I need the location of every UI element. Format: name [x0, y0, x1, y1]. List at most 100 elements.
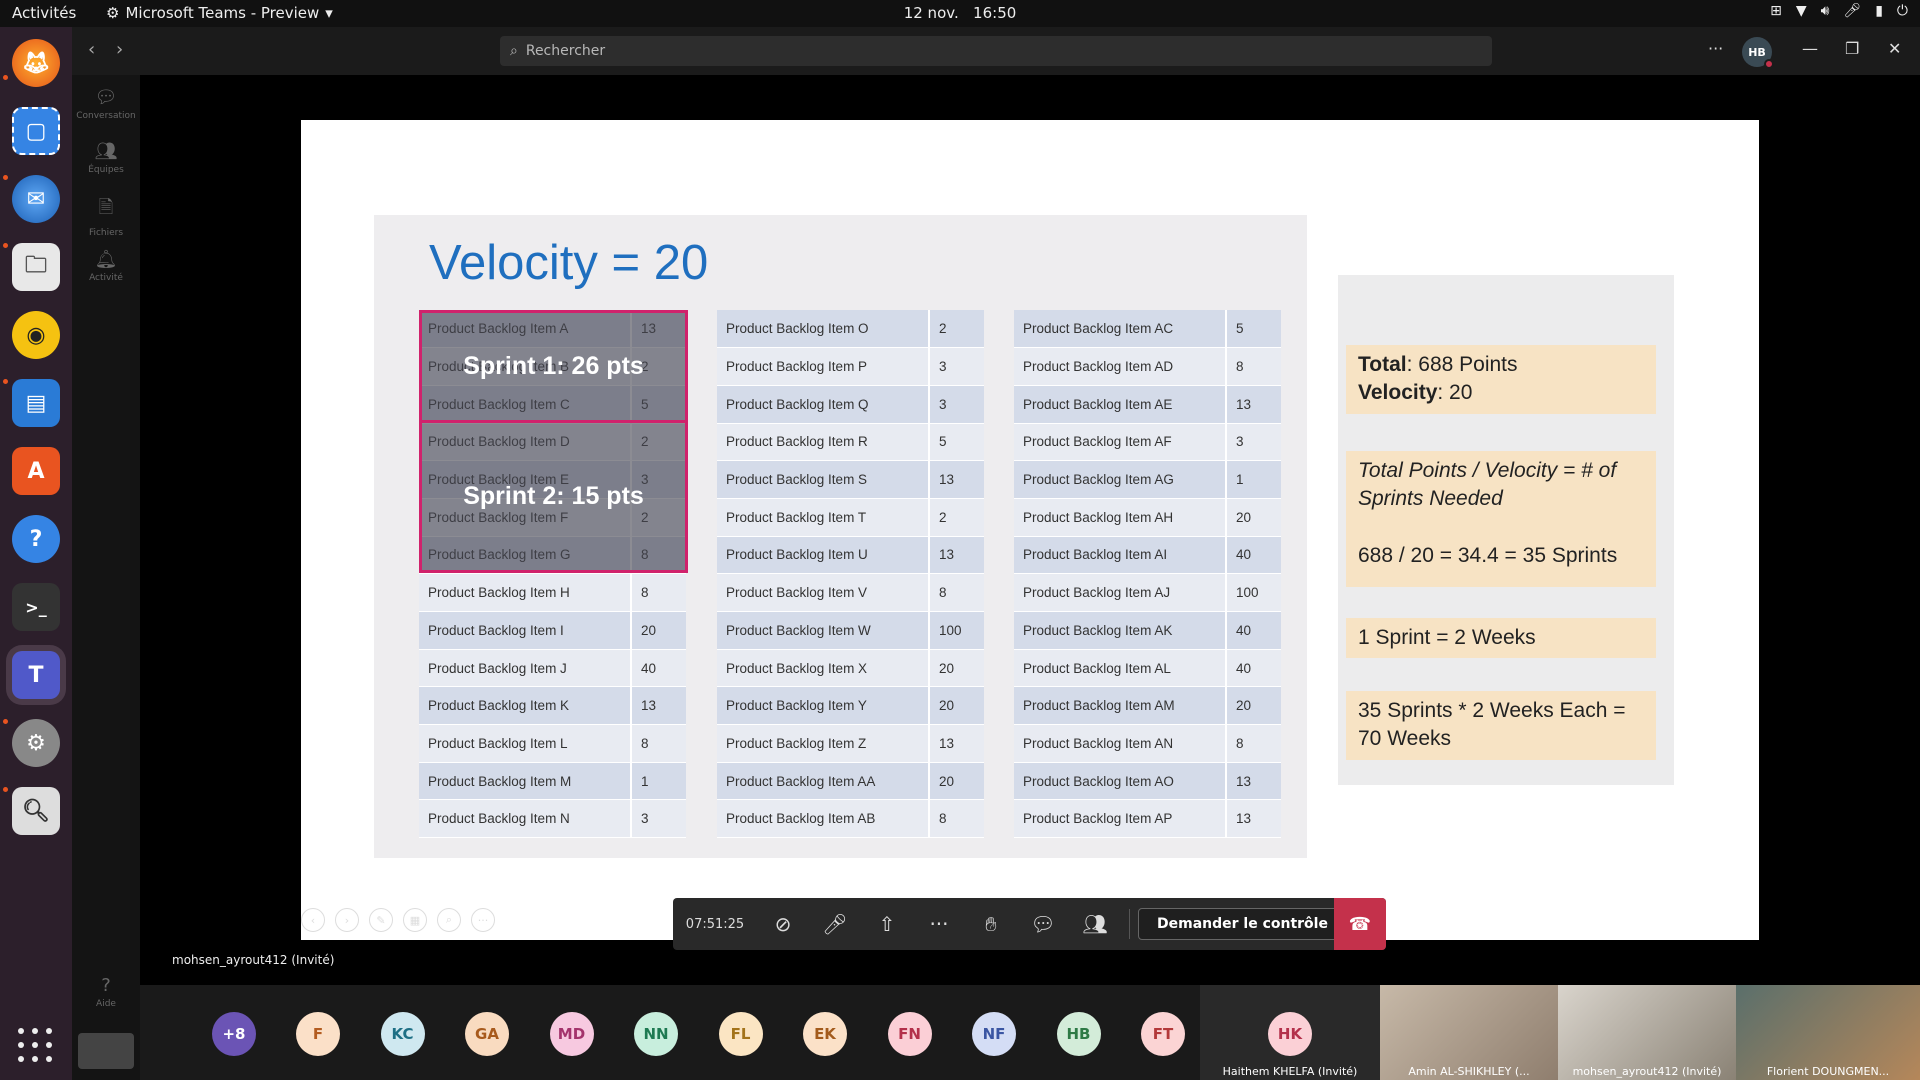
participant-video-1[interactable]: Amin AL-SHIKHLEY (... — [1380, 985, 1558, 1080]
screenshot-icon[interactable]: ▢ — [12, 107, 60, 155]
table-row: Product Backlog Item AO 13 — [1014, 762, 1281, 801]
table-row: Product Backlog Item N3 — [419, 799, 686, 839]
table-row: Product Backlog Item AM 20 — [1014, 686, 1281, 726]
item-name: Product Backlog Item M — [419, 762, 631, 801]
teams-group-icon: 👥︎ — [94, 141, 118, 162]
show-apps-icon[interactable] — [18, 1028, 54, 1064]
table-row: Product Backlog Item W 100 — [717, 611, 984, 650]
help-icon[interactable]: ? — [12, 515, 60, 563]
raise-hand-icon[interactable]: ✋︎ — [965, 898, 1017, 950]
item-points: 5 — [1225, 310, 1281, 349]
firefox-icon[interactable]: 🦊︎ — [12, 39, 60, 87]
more-actions-icon[interactable]: ··· — [913, 898, 965, 950]
restore-icon[interactable]: ❐ — [1845, 39, 1859, 58]
camera-off-icon[interactable]: ⊘ — [757, 898, 809, 950]
item-points: 3 — [630, 799, 686, 839]
teams-titlebar: ‹ › ⌕ Rechercher ··· HB — ❐ ✕ — [72, 27, 1920, 75]
status-badge — [1764, 59, 1774, 69]
files-icon[interactable]: 🗀 — [12, 243, 60, 291]
system-tray[interactable]: ⊞ ▼ 🔊︎ 🎤︎ ▮ ⏻ — [1770, 3, 1908, 19]
rail-files[interactable]: 🗎 Fichiers — [72, 195, 140, 238]
more-participants-badge[interactable]: +8 — [212, 1012, 256, 1056]
participant-avatar[interactable]: FN — [887, 1012, 932, 1056]
table-row: Product Backlog Item AI 40 — [1014, 536, 1281, 575]
share-screen-icon[interactable]: ⇧ — [861, 898, 913, 950]
back-icon[interactable]: ‹ — [88, 39, 95, 60]
item-name: Product Backlog Item AL — [1014, 649, 1226, 688]
rail-teams[interactable]: 👥︎ Équipes — [72, 141, 140, 175]
rail-help[interactable]: ? Aide — [72, 975, 140, 1009]
search-input[interactable]: ⌕ Rechercher — [500, 36, 1492, 66]
item-points: 1 — [1225, 460, 1281, 499]
forward-icon[interactable]: › — [116, 39, 123, 60]
thunderbird-icon[interactable]: ✉ — [12, 175, 60, 223]
rail-activity[interactable]: 🔔︎ Activité — [72, 249, 140, 283]
hang-up-button[interactable]: ☎ — [1334, 898, 1386, 950]
device-button[interactable] — [78, 1033, 134, 1069]
search-icon: ⌕ — [510, 43, 518, 59]
table-row: Product Backlog Item K 13 — [419, 686, 686, 726]
teams-icon[interactable]: T — [12, 651, 60, 699]
rhythmbox-icon[interactable]: ◉ — [12, 311, 60, 359]
participant-video-2[interactable]: mohsen_ayrout412 (Invité) — [1558, 985, 1736, 1080]
table-row: Product Backlog Item AL 40 — [1014, 649, 1281, 688]
app-center-icon[interactable]: A — [12, 447, 60, 495]
item-points: 2 — [928, 498, 984, 537]
avatar[interactable]: HB — [1742, 37, 1774, 69]
sprint2-overlay: Sprint 2: 15 pts — [419, 420, 688, 573]
magnifier-icon[interactable]: 🔍︎ — [12, 787, 60, 835]
close-icon[interactable]: ✕ — [1888, 39, 1901, 58]
clock[interactable]: 12 nov. 16:50 — [0, 4, 1920, 22]
item-name: Product Backlog Item W — [717, 611, 929, 650]
table-row: Product Backlog Item AA 20 — [717, 762, 984, 801]
item-points: 8 — [1225, 724, 1281, 763]
participant-tile-hk[interactable]: HK Haithem KHELFA (Invité) — [1200, 985, 1380, 1080]
rail-conversation[interactable]: 💬︎ Conversation — [72, 87, 140, 121]
formula-note: Total Points / Velocity = # of Sprints N… — [1346, 451, 1656, 587]
participant-avatar[interactable]: NF — [972, 1012, 1016, 1056]
mic-off-icon[interactable]: 🎤︎ — [809, 898, 861, 950]
pen-icon[interactable]: ✎ — [369, 908, 393, 932]
request-control-button[interactable]: Demander le contrôle — [1138, 908, 1347, 940]
item-points: 100 — [928, 611, 984, 650]
terminal-icon[interactable]: >_ — [12, 583, 60, 631]
grid-icon[interactable]: ▦ — [403, 908, 427, 932]
teams-tray-icon: ⊞ — [1770, 3, 1782, 19]
item-name: Product Backlog Item S — [717, 460, 929, 499]
item-name: Product Backlog Item AP — [1014, 799, 1226, 839]
writer-icon[interactable]: ▤ — [12, 379, 60, 427]
settings-icon[interactable]: ⚙ — [12, 719, 60, 767]
item-points: 8 — [630, 724, 686, 763]
minimize-icon[interactable]: — — [1802, 39, 1818, 58]
item-points: 40 — [630, 649, 686, 688]
next-slide-icon[interactable]: › — [335, 908, 359, 932]
table-row: Product Backlog Item AN 8 — [1014, 724, 1281, 763]
participant-avatar[interactable]: KC — [380, 1012, 425, 1056]
participant-avatar[interactable]: HB — [1056, 1012, 1101, 1056]
participant-avatar[interactable]: FT — [1141, 1012, 1185, 1056]
item-points: 2 — [928, 310, 984, 349]
weeks-note: 35 Sprints * 2 Weeks Each = 70 Weeks — [1346, 691, 1656, 760]
bell-icon: 🔔︎ — [94, 249, 118, 270]
participant-avatar[interactable]: EK — [803, 1012, 847, 1056]
item-name: Product Backlog Item N — [419, 799, 631, 839]
item-name: Product Backlog Item K — [419, 686, 631, 726]
table-row: Product Backlog Item AK 40 — [1014, 611, 1281, 650]
item-points: 8 — [928, 799, 984, 839]
more-options-icon[interactable]: ··· — [1708, 39, 1723, 58]
participant-avatar[interactable]: F — [296, 1012, 340, 1056]
zoom-icon[interactable]: ⌕ — [437, 908, 461, 932]
participants-icon[interactable]: 👥︎ — [1069, 898, 1121, 950]
participant-video-3[interactable]: Florient DOUNGMEN... — [1736, 985, 1920, 1080]
more-icon[interactable]: ··· — [471, 908, 495, 932]
item-name: Product Backlog Item AK — [1014, 611, 1226, 650]
item-name: Product Backlog Item P — [717, 347, 929, 386]
participant-avatar[interactable]: GA — [465, 1012, 509, 1056]
prev-slide-icon[interactable]: ‹ — [301, 908, 325, 932]
item-points: 8 — [1225, 347, 1281, 386]
table-row: Product Backlog Item AJ 100 — [1014, 573, 1281, 612]
participant-avatar[interactable]: MD — [549, 1012, 594, 1056]
participant-avatar[interactable]: FL — [718, 1012, 763, 1056]
participant-avatar[interactable]: NN — [634, 1012, 678, 1056]
chat-icon[interactable]: 💬︎ — [1017, 898, 1069, 950]
